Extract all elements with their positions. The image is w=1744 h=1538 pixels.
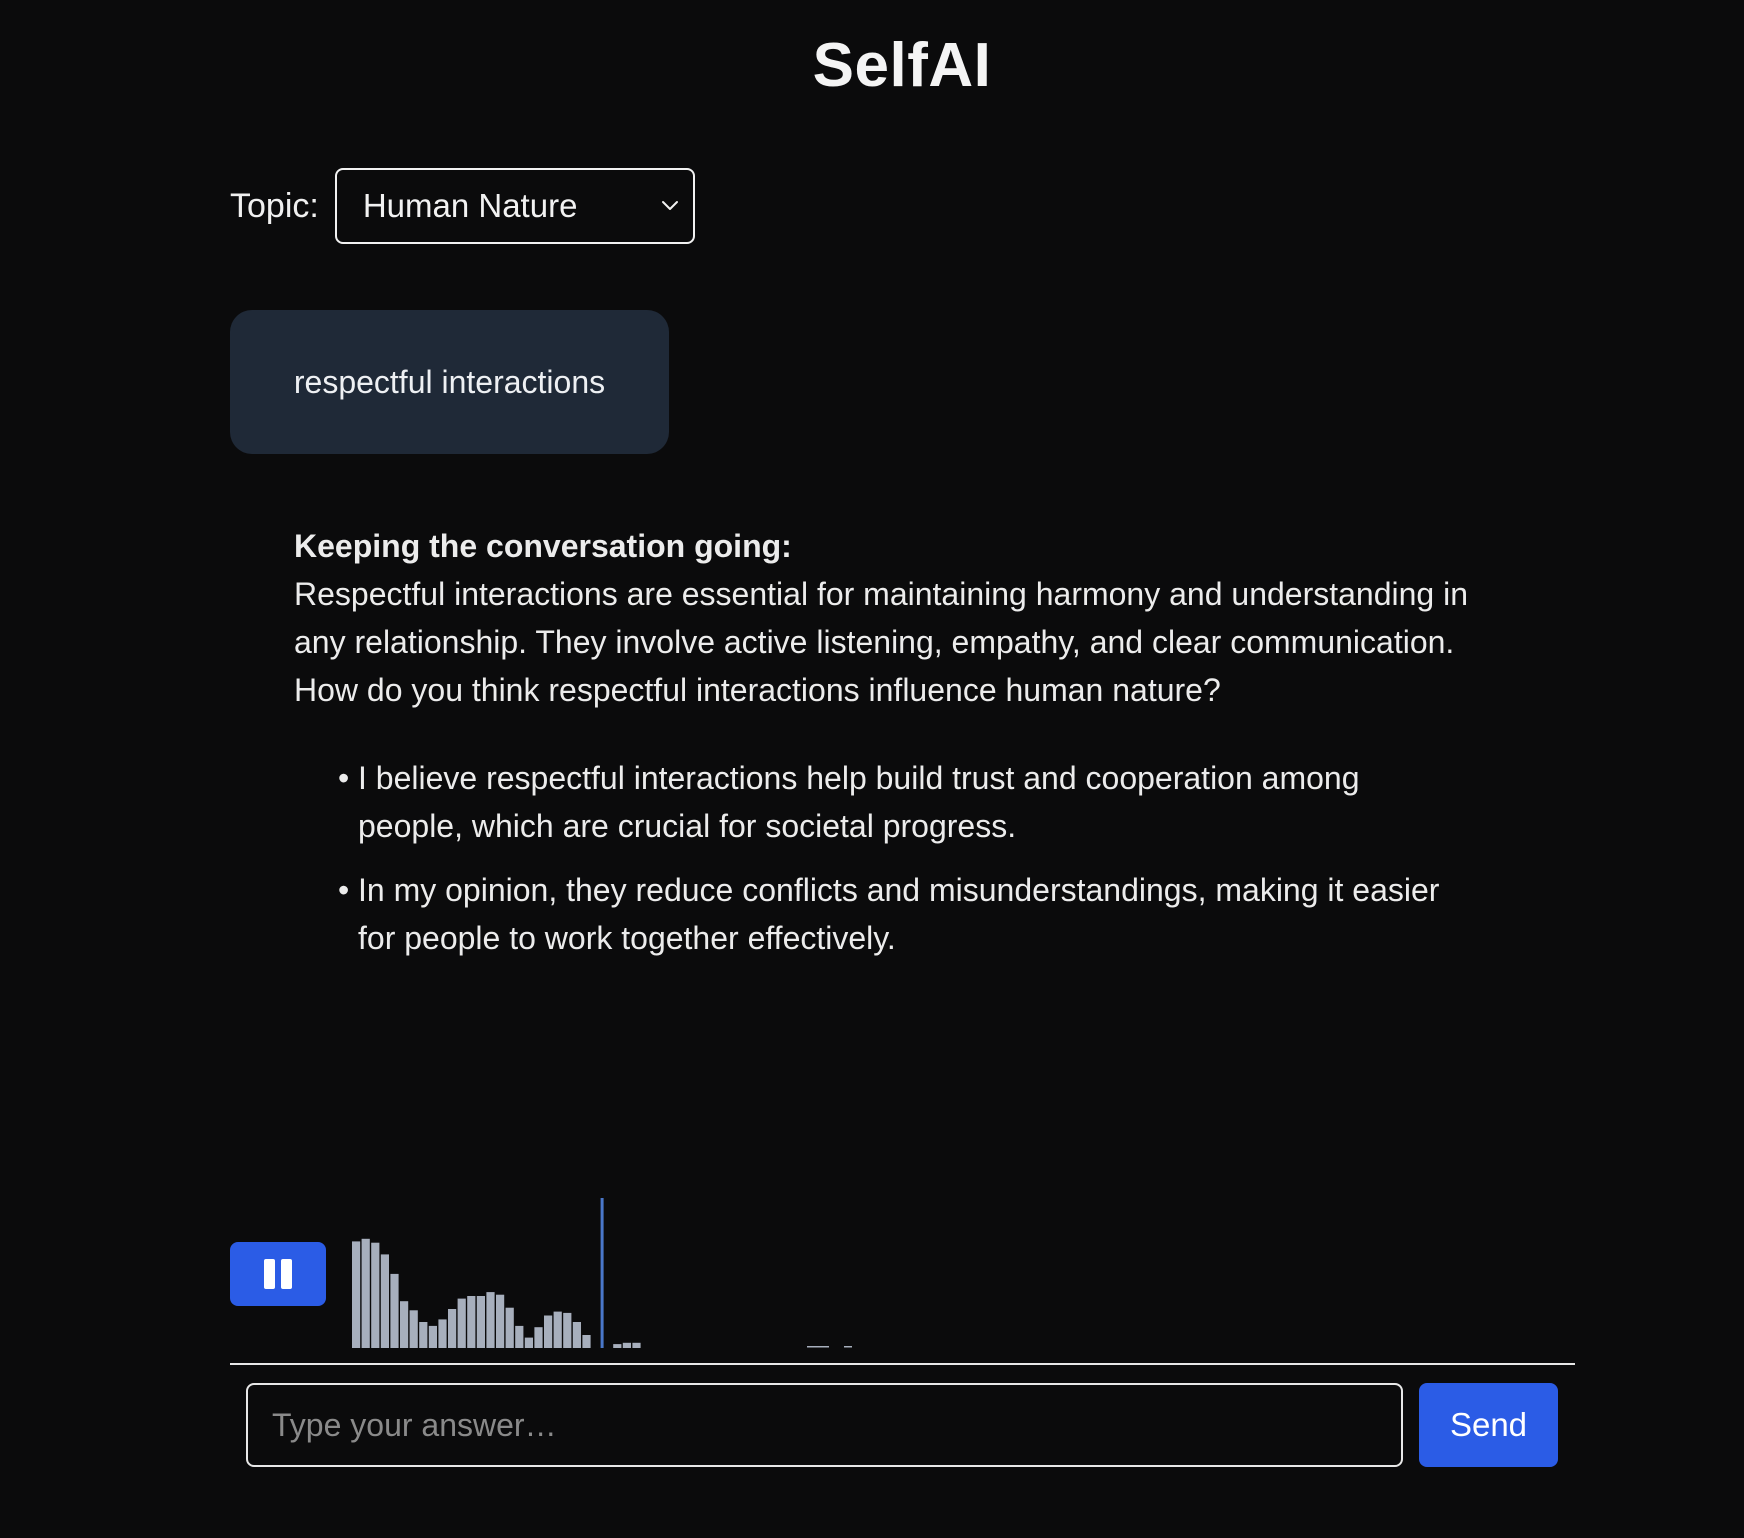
bullet-icon: • xyxy=(338,872,350,908)
suggestion-list: • I believe respectful interactions help… xyxy=(294,754,1494,962)
topic-label: Topic: xyxy=(230,186,319,225)
waveform-bar xyxy=(390,1273,399,1348)
waveform-bar xyxy=(476,1296,485,1348)
waveform-bar xyxy=(438,1319,447,1348)
waveform-bar xyxy=(409,1310,418,1348)
waveform-bar xyxy=(428,1325,437,1348)
waveform-bar xyxy=(496,1294,505,1348)
waveform-bar xyxy=(632,1342,641,1348)
topic-row: Topic: Human Nature xyxy=(230,168,695,244)
answer-input[interactable] xyxy=(246,1383,1403,1467)
user-message-text: respectful interactions xyxy=(293,363,606,400)
chevron-down-icon xyxy=(661,201,678,210)
assistant-body: Respectful interactions are essential fo… xyxy=(294,576,1469,708)
pause-icon xyxy=(261,1259,295,1289)
waveform-bar xyxy=(582,1335,591,1348)
waveform-bar xyxy=(400,1301,409,1348)
app-title: SelfAI xyxy=(812,31,992,100)
waveform-bar xyxy=(534,1327,543,1348)
waveform-bar xyxy=(486,1292,495,1348)
send-button[interactable]: Send xyxy=(1419,1383,1558,1467)
waveform-bar xyxy=(515,1325,524,1348)
waveform-bar xyxy=(563,1312,572,1348)
waveform-bar xyxy=(613,1344,622,1348)
pause-button[interactable] xyxy=(230,1242,326,1306)
audio-waveform[interactable] xyxy=(340,1196,1040,1349)
suggestion-item[interactable]: • In my opinion, they reduce conflicts a… xyxy=(294,866,1468,962)
suggestion-text: In my opinion, they reduce conflicts and… xyxy=(358,872,1440,956)
waveform-bar xyxy=(380,1254,389,1348)
waveform-bar xyxy=(361,1238,370,1348)
topic-select-value: Human Nature xyxy=(362,187,578,224)
waveform-playhead[interactable] xyxy=(600,1198,604,1348)
waveform-bar xyxy=(572,1322,581,1348)
waveform-bar xyxy=(553,1311,562,1348)
waveform-bar xyxy=(352,1241,361,1348)
waveform-tail-mark xyxy=(807,1346,829,1348)
suggestion-item[interactable]: • I believe respectful interactions help… xyxy=(294,754,1468,850)
waveform-tail-mark xyxy=(844,1346,852,1348)
audio-player xyxy=(230,1196,1575,1366)
waveform-bar xyxy=(457,1298,466,1348)
assistant-message: Keeping the conversation going: Respectf… xyxy=(294,522,1494,978)
waveform-bar xyxy=(448,1309,457,1348)
suggestion-text: I believe respectful interactions help b… xyxy=(358,760,1360,844)
waveform-bar xyxy=(544,1315,553,1348)
bullet-icon: • xyxy=(338,760,350,796)
waveform-bar xyxy=(524,1337,533,1348)
waveform-bar xyxy=(505,1307,514,1348)
waveform-bar xyxy=(419,1322,428,1348)
waveform-bar xyxy=(467,1296,476,1348)
topic-select[interactable]: Human Nature xyxy=(334,168,695,244)
composer-divider xyxy=(230,1363,1575,1365)
user-message-bubble: respectful interactions xyxy=(230,310,669,454)
waveform-bar xyxy=(622,1342,631,1348)
assistant-heading: Keeping the conversation going: xyxy=(294,528,792,564)
waveform-bar xyxy=(371,1242,380,1348)
